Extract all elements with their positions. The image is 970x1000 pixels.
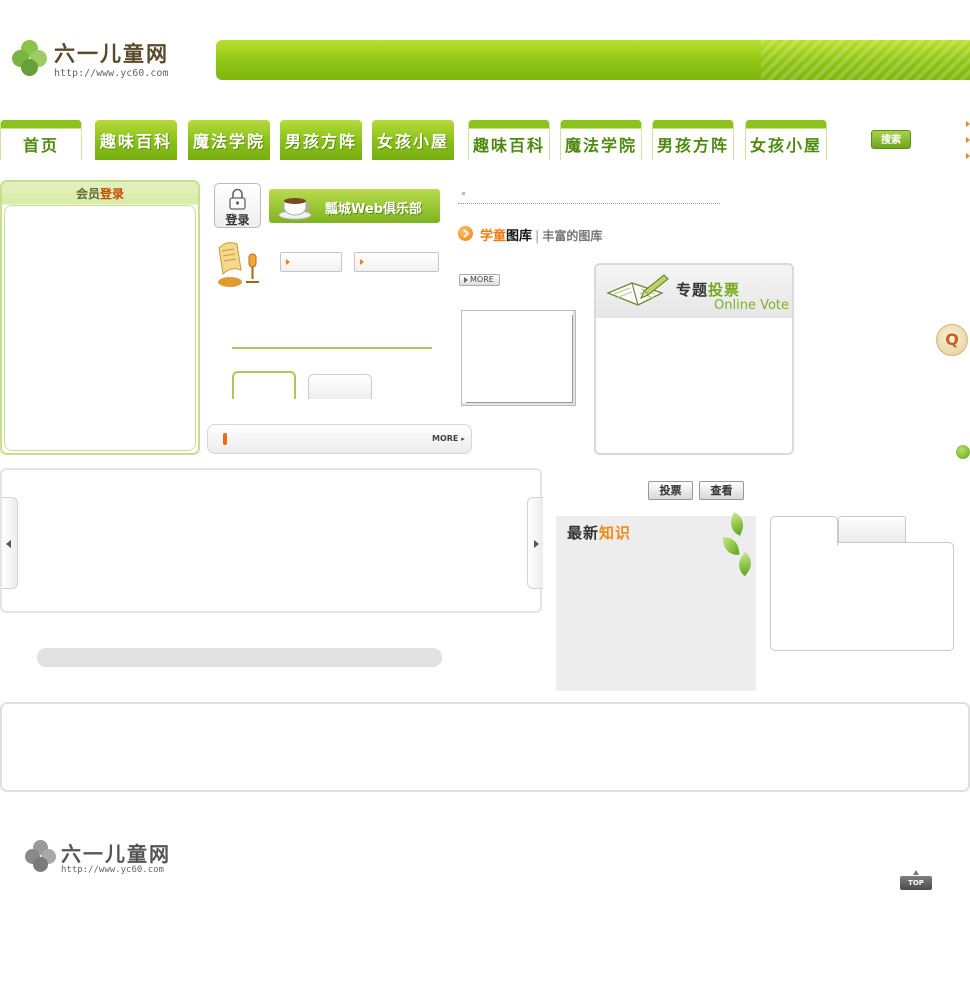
arrow-left-icon	[6, 540, 11, 548]
placeholder-bar	[37, 648, 442, 667]
web-club-banner[interactable]: 瓢城Web俱乐部	[269, 189, 440, 223]
notice-field-2[interactable]	[354, 252, 439, 272]
orange-arrow-circle-icon	[458, 226, 473, 241]
notice-microphone-icon	[218, 242, 259, 287]
member-panel-title: 会员登录	[75, 187, 125, 201]
divider	[232, 347, 432, 349]
content-tab-1[interactable]	[232, 371, 296, 399]
nav-home[interactable]: 首页	[0, 120, 82, 160]
more-link[interactable]: MORE ▸	[432, 434, 465, 443]
nav-boys-2[interactable]: 男孩方阵	[652, 120, 734, 160]
notebook-pencil-icon	[606, 274, 669, 306]
logo-url: http://www.yc60.com	[54, 68, 169, 79]
footer-logo[interactable]: 六一儿童网 http://www.yc60.com	[25, 836, 185, 878]
top-banner	[216, 40, 970, 80]
footer-links-box	[0, 702, 970, 792]
vote-submit-button[interactable]: 投票	[648, 481, 693, 500]
side-tab-1[interactable]	[770, 516, 838, 546]
nav-girls-2[interactable]: 女孩小屋	[745, 120, 827, 160]
content-tab-2[interactable]	[308, 374, 372, 399]
green-ball-icon[interactable]	[956, 445, 970, 459]
footer-logo-url: http://www.yc60.com	[61, 865, 164, 875]
vote-panel-header: 专题投票 Online Vote	[596, 265, 792, 318]
vote-title: 专题投票	[676, 281, 741, 299]
vote-view-button[interactable]: 查看	[699, 481, 744, 500]
nav-fun-encyclopedia-2[interactable]: 趣味百科	[468, 120, 550, 160]
login-label: 登录	[225, 213, 250, 227]
side-tab-content	[770, 542, 954, 651]
knowledge-title: 最新知识	[567, 524, 632, 542]
notice-field-1[interactable]	[280, 252, 342, 272]
nav-magic-academy-2[interactable]: 魔法学院	[560, 120, 642, 160]
bullet-dot	[462, 192, 465, 195]
image-scroller	[0, 468, 543, 613]
news-more-bar[interactable]: MORE ▸	[207, 424, 472, 454]
footer-logo-title: 六一儿童网	[61, 842, 171, 866]
side-tab-2[interactable]	[838, 516, 906, 543]
gallery-photo[interactable]	[461, 310, 576, 406]
web-club-banner-text: 瓢城Web俱乐部	[325, 202, 422, 217]
back-to-top-button[interactable]: TOP	[900, 870, 932, 890]
nav-magic-academy[interactable]: 魔法学院	[188, 120, 270, 160]
search-button[interactable]: 搜索	[871, 130, 911, 149]
nav-girls[interactable]: 女孩小屋	[372, 120, 454, 160]
orange-marker	[223, 433, 227, 445]
lock-icon	[229, 188, 246, 210]
vote-subtitle: Online Vote	[714, 298, 789, 313]
bullet-arrow-icon	[966, 121, 970, 127]
member-panel-body	[4, 205, 196, 451]
gallery-more-button[interactable]: MORE	[459, 274, 500, 286]
nav-fun-encyclopedia[interactable]: 趣味百科	[95, 120, 177, 160]
qq-chat-button[interactable]: Q	[936, 324, 968, 356]
nav-boys[interactable]: 男孩方阵	[280, 120, 362, 160]
scroll-right-button[interactable]	[527, 497, 543, 589]
bullet-arrow-icon	[966, 137, 970, 143]
arrow-right-icon	[534, 540, 539, 548]
logo-title: 六一儿童网	[54, 42, 169, 66]
dotted-divider	[458, 203, 720, 204]
login-button[interactable]: 登录	[214, 183, 261, 228]
gallery-title: 学童图库 | 丰富的图库	[480, 229, 603, 244]
coffee-cup-icon	[278, 198, 312, 220]
bullet-arrow-icon	[966, 153, 970, 159]
clover-icon	[12, 40, 48, 78]
scroll-left-button[interactable]	[2, 497, 18, 589]
latest-knowledge-panel: 最新知识	[556, 512, 757, 691]
member-login-panel: 会员登录	[0, 180, 200, 455]
clover-icon	[25, 840, 57, 874]
site-logo[interactable]: 六一儿童网 http://www.yc60.com	[12, 38, 182, 82]
online-vote-panel: 专题投票 Online Vote	[594, 263, 794, 455]
